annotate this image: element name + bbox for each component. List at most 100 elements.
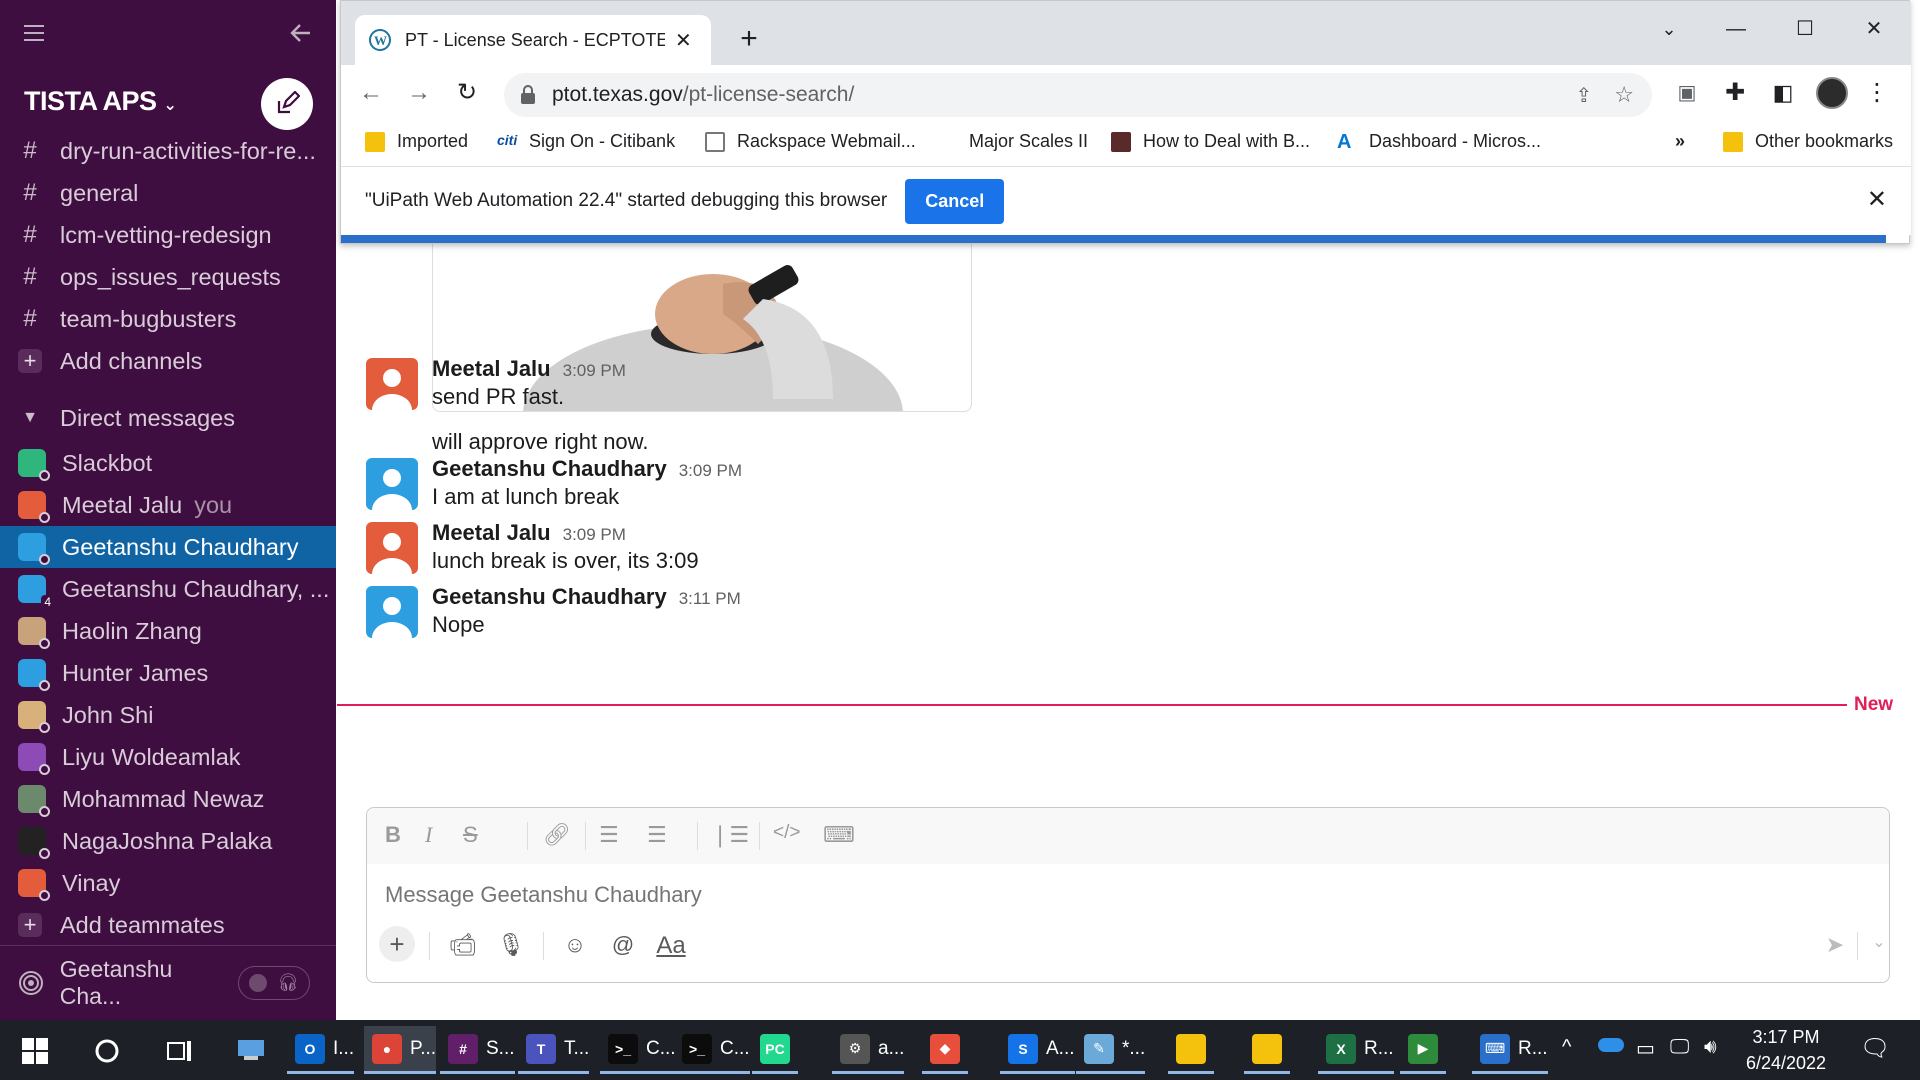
sidebar-dm[interactable]: Hunter James (0, 652, 336, 694)
notifications-icon[interactable]: 🗨︎ (1860, 1034, 1890, 1063)
message-input[interactable] (385, 882, 1785, 908)
taskbar-app-button[interactable]: S A... (1000, 1026, 1075, 1074)
sidebar-dm[interactable]: Vinay (0, 862, 336, 904)
direct-messages-header[interactable]: ▼ Direct messages (0, 394, 336, 442)
other-bookmarks[interactable]: Other bookmarks (1723, 131, 1893, 152)
bold-icon[interactable]: B (385, 822, 401, 848)
message-author[interactable]: Meetal Jalu 3:09 PM (432, 356, 626, 382)
taskbar-app-button[interactable]: T T... (518, 1026, 590, 1074)
tab-search-icon[interactable]: ⌄ (1641, 9, 1697, 49)
attach-plus-button[interactable]: + (379, 926, 415, 962)
network-icon[interactable]: 🖵︎ (1670, 1036, 1689, 1059)
video-clip-icon[interactable]: 📹︎ (445, 932, 481, 958)
bookmark-star-icon[interactable]: ☆ (1614, 82, 1634, 108)
onedrive-icon[interactable] (1598, 1038, 1624, 1052)
sidebar-dm[interactable]: Slackbot (0, 442, 336, 484)
sidebar-channel[interactable]: # lcm-vetting-redesign (0, 214, 336, 256)
link-icon[interactable]: 🔗︎ (543, 822, 571, 848)
profile-avatar[interactable] (1816, 77, 1848, 109)
search-circle-icon[interactable] (94, 1038, 120, 1064)
avatar[interactable] (366, 522, 418, 574)
maximize-button[interactable]: ☐ (1777, 9, 1833, 49)
taskbar-app-button[interactable]: ✎ *... (1076, 1026, 1146, 1074)
sidebar-channel[interactable]: # ops_issues_requests (0, 256, 336, 298)
taskbar-app-button[interactable]: O I... (287, 1026, 355, 1074)
reload-icon[interactable]: ↻ (449, 75, 485, 111)
bookmark-citibank[interactable]: citi Sign On - Citibank (497, 131, 675, 152)
taskbar-app-button[interactable]: ◆ (922, 1026, 968, 1074)
workspace-name[interactable]: TISTA APS ⌄ (24, 86, 177, 117)
sidebar-channel[interactable]: # team-bugbusters (0, 298, 336, 340)
sidebar-channel[interactable]: # dry-run-activities-for-re... (0, 130, 336, 172)
extension-icon[interactable]: ▣ (1669, 75, 1705, 111)
message-timestamp[interactable]: 3:09 PM (563, 525, 626, 544)
mention-icon[interactable]: @ (605, 932, 641, 958)
strikethrough-icon[interactable]: S (463, 822, 478, 848)
text-format-button[interactable]: Aa (653, 932, 689, 960)
desktop-app-icon[interactable] (236, 1036, 266, 1064)
avatar[interactable] (366, 358, 418, 410)
windows-start-icon[interactable] (22, 1038, 48, 1064)
taskbar-app-button[interactable]: >_ C... (600, 1026, 676, 1074)
taskbar-app-button[interactable]: ⚙ a... (832, 1026, 905, 1074)
message-timestamp[interactable]: 3:09 PM (679, 461, 742, 480)
hamburger-menu-icon[interactable] (24, 24, 46, 42)
code-block-icon[interactable]: ⌨︎ (823, 822, 855, 848)
back-arrow-icon[interactable] (288, 20, 314, 46)
taskbar-app-button[interactable]: X R... (1318, 1026, 1394, 1074)
microphone-icon[interactable]: 🎙︎ (493, 932, 529, 958)
browser-tab[interactable]: W PT - License Search - ECPTOTE W ✕ (355, 15, 711, 65)
italic-icon[interactable]: I (425, 822, 432, 848)
infobar-close-icon[interactable]: ✕ (1867, 185, 1887, 214)
send-icon[interactable]: ➤ (1817, 932, 1853, 958)
cancel-debugging-button[interactable]: Cancel (905, 178, 1005, 224)
system-clock[interactable]: 3:17 PM 6/24/2022 (1736, 1024, 1836, 1076)
sidebar-channel[interactable]: # general (0, 172, 336, 214)
new-tab-button[interactable]: + (731, 21, 767, 57)
address-bar[interactable]: ptot.texas.gov/pt-license-search/ ⇪ ☆ (504, 73, 1652, 117)
bookmark-how-to-deal[interactable]: How to Deal with B... (1111, 131, 1310, 152)
back-button-icon[interactable]: ← (353, 75, 389, 111)
sidebar-dm[interactable]: 4 Geetanshu Chaudhary, ... (0, 568, 336, 610)
message-timestamp[interactable]: 3:09 PM (563, 361, 626, 380)
taskbar-app-button[interactable]: PC (752, 1026, 798, 1074)
message-author[interactable]: Geetanshu Chaudhary 3:09 PM (432, 456, 742, 482)
huddle-toggle[interactable]: 🎧︎ (238, 966, 310, 1000)
kebab-menu-icon[interactable]: ⋮ (1859, 75, 1895, 111)
tab-close-icon[interactable]: ✕ (675, 28, 692, 53)
avatar[interactable] (366, 458, 418, 510)
ordered-list-icon[interactable]: ☰ (599, 822, 619, 848)
sidebar-dm[interactable]: Liyu Woldeamlak (0, 736, 336, 778)
close-window-button[interactable]: ✕ (1846, 9, 1902, 49)
forward-button-icon[interactable]: → (401, 75, 437, 111)
sidebar-dm[interactable]: NagaJoshna Palaka (0, 820, 336, 862)
minimize-button[interactable]: — (1708, 9, 1764, 49)
extensions-puzzle-icon[interactable]: ✚ (1717, 75, 1753, 111)
message-timestamp[interactable]: 3:11 PM (679, 589, 741, 608)
bookmark-major-scales[interactable]: Major Scales II (969, 131, 1088, 152)
bookmark-dashboard-microsoft[interactable]: A Dashboard - Micros... (1337, 131, 1541, 152)
sidebar-dm[interactable]: John Shi (0, 694, 336, 736)
taskbar-app-button[interactable]: ● P... (364, 1026, 437, 1074)
taskbar-app-button[interactable] (1244, 1026, 1290, 1074)
bookmark-rackspace[interactable]: Rackspace Webmail... (705, 131, 916, 152)
taskbar-app-button[interactable]: >_ C... (674, 1026, 750, 1074)
taskbar-app-button[interactable]: # S... (440, 1026, 515, 1074)
sidebar-dm[interactable]: Geetanshu Chaudhary (0, 526, 336, 568)
avatar[interactable] (366, 586, 418, 638)
emoji-icon[interactable]: ☺ (557, 932, 593, 958)
share-icon[interactable]: ⇪ (1576, 83, 1593, 108)
volume-icon[interactable]: 🔊︎ (1704, 1036, 1717, 1059)
add-channels-button[interactable]: + Add channels (0, 340, 336, 382)
compose-button[interactable] (261, 78, 313, 130)
sidebar-dm[interactable]: Meetal Jalu you (0, 484, 336, 526)
blockquote-icon[interactable]: ❘☰ (711, 822, 749, 848)
code-icon[interactable]: </> (773, 822, 800, 844)
send-options-chevron-icon[interactable]: ⌄ (1861, 932, 1897, 952)
add-teammates-button[interactable]: + Add teammates (0, 904, 336, 945)
taskbar-app-button[interactable]: ▶ (1400, 1026, 1446, 1074)
sidebar-dm[interactable]: Haolin Zhang (0, 610, 336, 652)
taskbar-app-button[interactable] (1168, 1026, 1214, 1074)
sidebar-dm[interactable]: Mohammad Newaz (0, 778, 336, 820)
bookmark-imported[interactable]: Imported (365, 131, 468, 152)
